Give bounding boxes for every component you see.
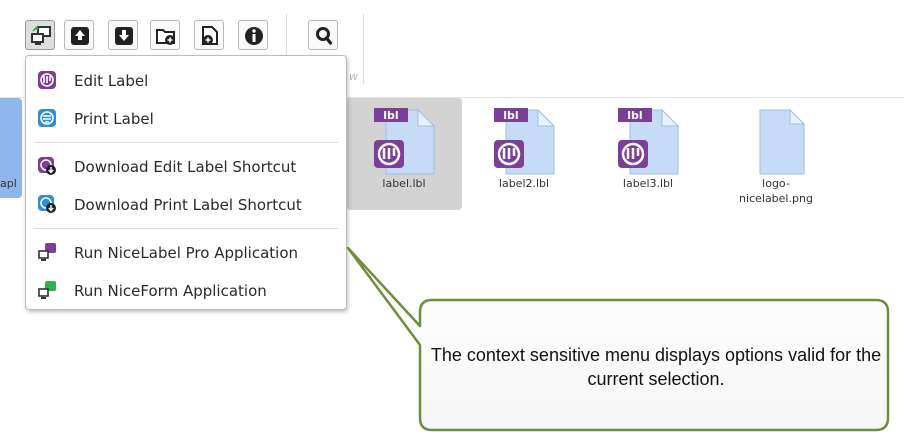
menu-item-download-print-shortcut[interactable]: Download Print Label Shortcut — [30, 186, 342, 222]
toolbar-separator — [363, 14, 364, 84]
new-folder-icon — [156, 29, 175, 45]
menu-item-edit-label[interactable]: Edit Label — [30, 62, 342, 98]
menu-item-label: Run NiceForm Application — [74, 282, 267, 300]
lbl-badge-text: lbl — [627, 109, 642, 122]
menu-item-run-niceform[interactable]: Run NiceForm Application — [30, 272, 342, 308]
file-name: logo- nicelabel.png — [739, 177, 813, 205]
upload-button[interactable] — [64, 20, 94, 50]
run-application-icon — [31, 25, 51, 45]
print-label-icon — [38, 109, 56, 127]
file-name: label3.lbl — [622, 177, 674, 190]
menu-item-label: Run NiceLabel Pro Application — [74, 244, 299, 262]
menu-item-label: Print Label — [74, 110, 154, 128]
callout-text: The context sensitive menu displays opti… — [430, 345, 882, 389]
info-icon — [245, 27, 263, 45]
file-item-label-lbl[interactable]: lbl label.lbl — [346, 98, 462, 210]
download-icon — [115, 27, 133, 45]
run-niceform-icon — [38, 281, 56, 299]
lbl-badge-text: lbl — [503, 109, 518, 122]
file-item-label3-lbl[interactable]: lbl label3.lbl — [590, 98, 706, 210]
new-folder-button[interactable] — [150, 20, 180, 50]
menu-separator — [34, 228, 338, 229]
lbl-file-icon: lbl — [374, 108, 436, 175]
edit-label-icon — [38, 71, 56, 89]
download-button[interactable] — [108, 20, 138, 50]
menu-separator — [34, 142, 338, 143]
lbl-file-icon: lbl — [618, 108, 680, 175]
group-caption: w — [349, 70, 358, 83]
search-icon — [316, 27, 333, 45]
download-edit-shortcut-icon — [38, 157, 56, 175]
file-item-logo-nicelabel-png[interactable]: logo- nicelabel.png — [718, 98, 834, 210]
menu-item-label: Download Edit Label Shortcut — [74, 158, 297, 176]
download-print-shortcut-icon — [38, 195, 56, 213]
context-menu: Edit Label Print Label Download Edit Lab… — [25, 55, 347, 310]
menu-item-download-edit-shortcut[interactable]: Download Edit Label Shortcut — [30, 148, 342, 184]
upload-icon — [71, 27, 89, 45]
menu-item-label: Download Print Label Shortcut — [74, 196, 302, 214]
new-file-icon — [202, 26, 218, 45]
run-application-button[interactable] — [25, 20, 55, 50]
png-file-icon — [759, 108, 806, 175]
info-button[interactable] — [238, 20, 268, 50]
file-name: label.lbl — [382, 177, 426, 190]
run-nicelabel-pro-icon — [38, 243, 56, 261]
file-item-label2-lbl[interactable]: lbl label2.lbl — [466, 98, 582, 210]
partial-file-name: apl — [0, 177, 17, 190]
file-name: label2.lbl — [498, 177, 550, 190]
new-file-button[interactable] — [194, 20, 224, 50]
lbl-badge-text: lbl — [383, 109, 398, 122]
menu-item-run-nicelabel-pro[interactable]: Run NiceLabel Pro Application — [30, 234, 342, 270]
search-button[interactable] — [308, 20, 338, 50]
menu-item-print-label[interactable]: Print Label — [30, 100, 342, 136]
menu-item-label: Edit Label — [74, 72, 149, 90]
lbl-file-icon: lbl — [494, 108, 556, 175]
